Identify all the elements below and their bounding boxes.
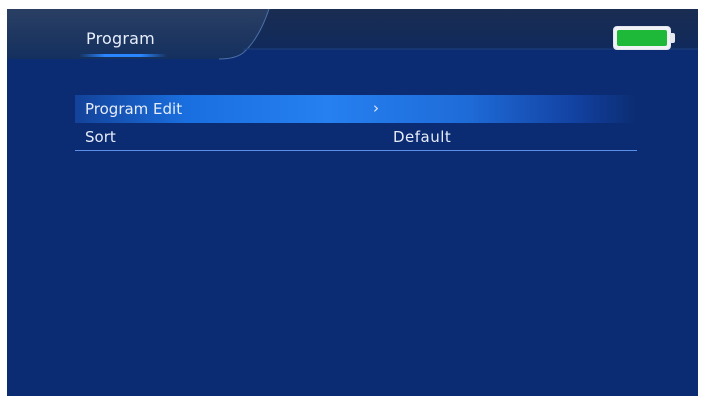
title-underline xyxy=(79,54,167,57)
battery-icon xyxy=(613,26,675,52)
menu-item-sort[interactable]: Sort Default xyxy=(75,123,637,151)
chevron-right-icon: › xyxy=(373,99,379,117)
menu-item-label: Program Edit xyxy=(85,100,183,118)
menu-item-program-edit[interactable]: Program Edit › xyxy=(75,95,637,123)
battery-body xyxy=(613,26,671,50)
menu-item-label: Sort xyxy=(85,128,116,146)
battery-tip xyxy=(671,33,675,43)
header-bar: Program xyxy=(7,9,698,61)
menu-list: Program Edit › Sort Default xyxy=(75,95,637,151)
menu-item-value: Default xyxy=(393,128,452,146)
page-title: Program xyxy=(86,29,155,48)
screen: Program Program Edit › Sort Default xyxy=(7,9,698,396)
battery-fill xyxy=(617,30,667,46)
